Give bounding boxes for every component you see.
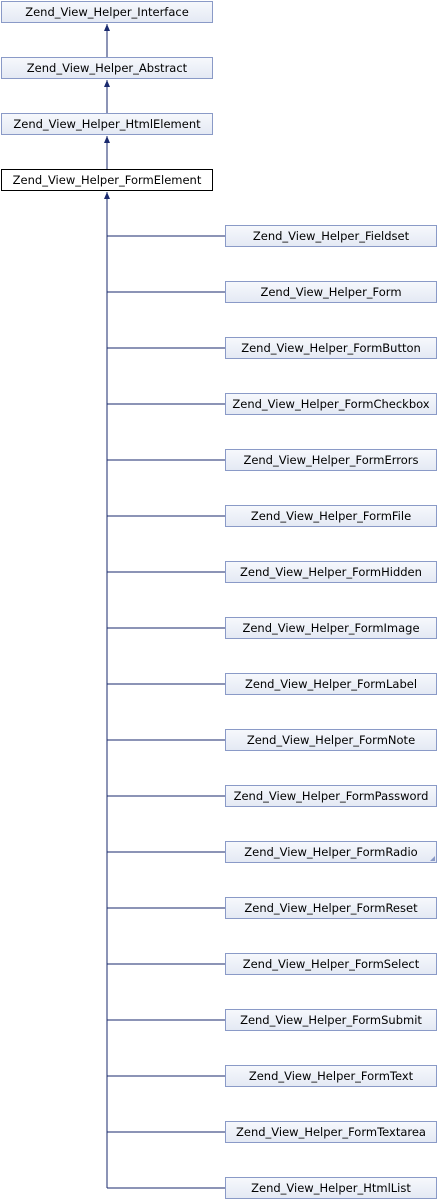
class-node-formtextarea[interactable]: Zend_View_Helper_FormTextarea (225, 1121, 437, 1143)
class-node-htmlelement[interactable]: Zend_View_Helper_HtmlElement (1, 113, 213, 135)
class-node-abstract[interactable]: Zend_View_Helper_Abstract (1, 57, 213, 79)
class-node-formreset[interactable]: Zend_View_Helper_FormReset (225, 897, 437, 919)
class-node-formnote[interactable]: Zend_View_Helper_FormNote (225, 729, 437, 751)
inheritance-arrow-0 (104, 24, 110, 31)
class-node-formsubmit[interactable]: Zend_View_Helper_FormSubmit (225, 1009, 437, 1031)
class-node-formbutton[interactable]: Zend_View_Helper_FormButton (225, 337, 437, 359)
class-node-formpassword[interactable]: Zend_View_Helper_FormPassword (225, 785, 437, 807)
class-node-formselect[interactable]: Zend_View_Helper_FormSelect (225, 953, 437, 975)
class-node-current: Zend_View_Helper_FormElement (1, 169, 213, 191)
class-node-formhidden[interactable]: Zend_View_Helper_FormHidden (225, 561, 437, 583)
child-trunk-arrow (104, 192, 110, 199)
class-node-form[interactable]: Zend_View_Helper_Form (225, 281, 437, 303)
class-node-htmllist[interactable]: Zend_View_Helper_HtmlList (225, 1177, 437, 1199)
folded-corner-icon (430, 856, 435, 861)
class-node-formradio[interactable]: Zend_View_Helper_FormRadio (225, 841, 437, 863)
class-node-fieldset[interactable]: Zend_View_Helper_Fieldset (225, 225, 437, 247)
class-node-formerrors[interactable]: Zend_View_Helper_FormErrors (225, 449, 437, 471)
class-node-interface[interactable]: Zend_View_Helper_Interface (1, 1, 213, 23)
inheritance-arrow-1 (104, 80, 110, 87)
class-node-formimage[interactable]: Zend_View_Helper_FormImage (225, 617, 437, 639)
class-node-formfile[interactable]: Zend_View_Helper_FormFile (225, 505, 437, 527)
class-node-formtext[interactable]: Zend_View_Helper_FormText (225, 1065, 437, 1087)
inheritance-arrow-2 (104, 136, 110, 143)
class-node-formcheckbox[interactable]: Zend_View_Helper_FormCheckbox (225, 393, 437, 415)
class-hierarchy-diagram: Zend_View_Helper_Interface Zend_View_Hel… (0, 0, 438, 1200)
class-node-formlabel[interactable]: Zend_View_Helper_FormLabel (225, 673, 437, 695)
